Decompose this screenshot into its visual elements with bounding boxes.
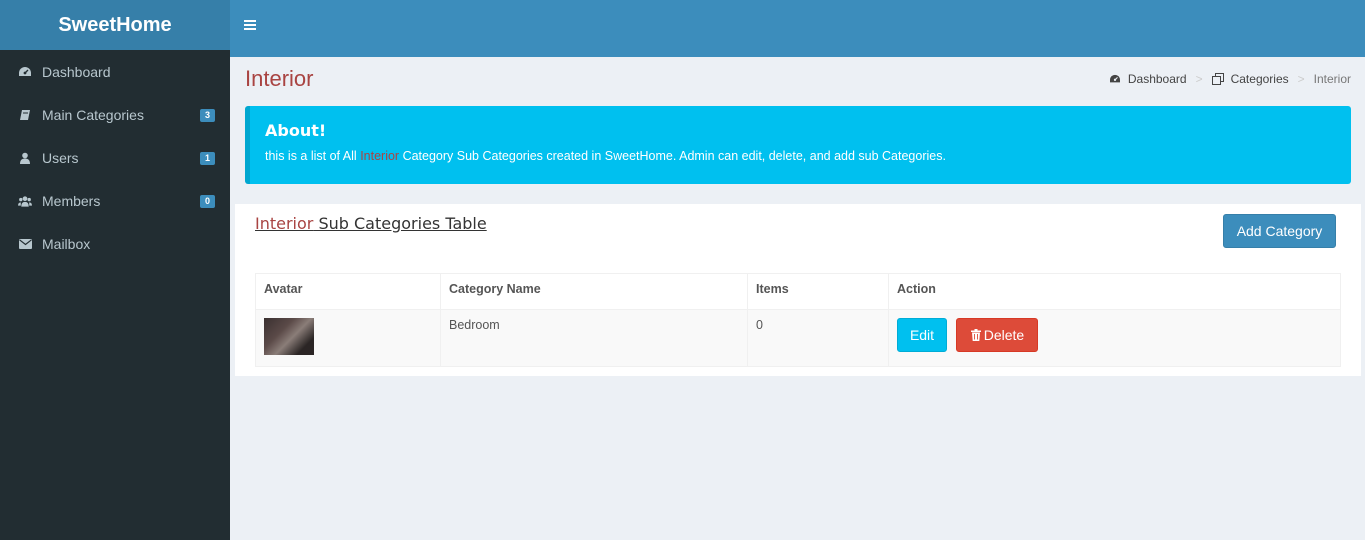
edit-button[interactable]: Edit xyxy=(897,318,947,352)
count-badge: 1 xyxy=(199,152,215,165)
callout-text: this is a list of All Interior Category … xyxy=(265,149,1336,163)
sidebar-item-members[interactable]: Members 0 xyxy=(0,179,230,222)
column-header-action: Action xyxy=(888,273,1341,310)
sidebar-item-users[interactable]: Users 1 xyxy=(0,136,230,179)
clone-icon xyxy=(1211,73,1224,85)
brand-logo[interactable]: SweetHome xyxy=(0,0,230,50)
box-title-rest: Sub Categories Table xyxy=(313,214,487,233)
items-cell: 0 xyxy=(747,309,889,367)
sidebar-item-label: Users xyxy=(42,149,79,166)
breadcrumb-current: Interior xyxy=(1313,72,1351,86)
user-icon xyxy=(18,151,32,165)
delete-button[interactable]: Delete xyxy=(956,318,1039,352)
breadcrumb-separator: > xyxy=(1297,72,1305,86)
top-navbar xyxy=(230,0,1365,57)
sidebar-item-mailbox[interactable]: Mailbox xyxy=(0,222,230,265)
breadcrumb-label: Dashboard xyxy=(1127,72,1187,86)
breadcrumb-separator: > xyxy=(1195,72,1203,86)
breadcrumb-label: Categories xyxy=(1230,72,1289,86)
dashboard-icon xyxy=(18,65,32,79)
avatar-cell xyxy=(255,309,441,367)
box-title-highlight: Interior xyxy=(255,214,314,233)
column-header-avatar: Avatar xyxy=(255,273,441,310)
column-header-category-name: Category Name xyxy=(440,273,748,310)
info-callout: About! this is a list of All Interior Ca… xyxy=(245,106,1351,184)
avatar xyxy=(264,318,314,355)
add-category-button[interactable]: Add Category xyxy=(1223,214,1336,248)
category-name-cell: Bedroom xyxy=(440,309,748,367)
column-header-items: Items xyxy=(747,273,889,310)
book-icon xyxy=(18,108,32,122)
count-badge: 3 xyxy=(199,109,215,122)
box-title: Interior Sub Categories Table xyxy=(255,214,487,233)
brand-name: SweetHome xyxy=(58,13,172,36)
sidebar: Dashboard Main Categories 3 Users 1 Memb… xyxy=(0,50,230,540)
callout-title: About! xyxy=(265,121,327,140)
table-header-row: Avatar Category Name Items Action xyxy=(255,273,1341,310)
callout-highlight: Interior xyxy=(360,149,400,163)
breadcrumb-categories[interactable]: Categories xyxy=(1211,72,1289,86)
sidebar-item-label: Members xyxy=(42,192,101,209)
subcategories-box: Interior Sub Categories Table Add Catego… xyxy=(235,204,1361,376)
callout-text-after: Category Sub Categories created in Sweet… xyxy=(399,149,946,163)
trash-icon xyxy=(970,329,981,341)
sidebar-item-label: Dashboard xyxy=(42,63,111,80)
sidebar-item-label: Main Categories xyxy=(42,106,144,123)
subcategories-table: Avatar Category Name Items Action Bedroo… xyxy=(255,273,1341,367)
envelope-icon xyxy=(18,237,32,251)
dashboard-icon xyxy=(1109,74,1120,83)
delete-label: Delete xyxy=(983,327,1025,343)
table-row: Bedroom 0 Edit Delete xyxy=(255,309,1341,367)
users-icon xyxy=(18,194,32,208)
breadcrumb: Dashboard > Categories > Interior xyxy=(1109,72,1351,86)
action-cell: Edit Delete xyxy=(888,309,1341,367)
callout-text-before: this is a list of All xyxy=(265,149,361,163)
breadcrumb-dashboard[interactable]: Dashboard xyxy=(1109,72,1187,86)
menu-toggle-icon[interactable] xyxy=(244,18,258,32)
page-title: Interior xyxy=(245,66,314,91)
sidebar-item-dashboard[interactable]: Dashboard xyxy=(0,50,230,93)
count-badge: 0 xyxy=(199,195,215,208)
sidebar-item-main-categories[interactable]: Main Categories 3 xyxy=(0,93,230,136)
sidebar-item-label: Mailbox xyxy=(42,235,91,252)
